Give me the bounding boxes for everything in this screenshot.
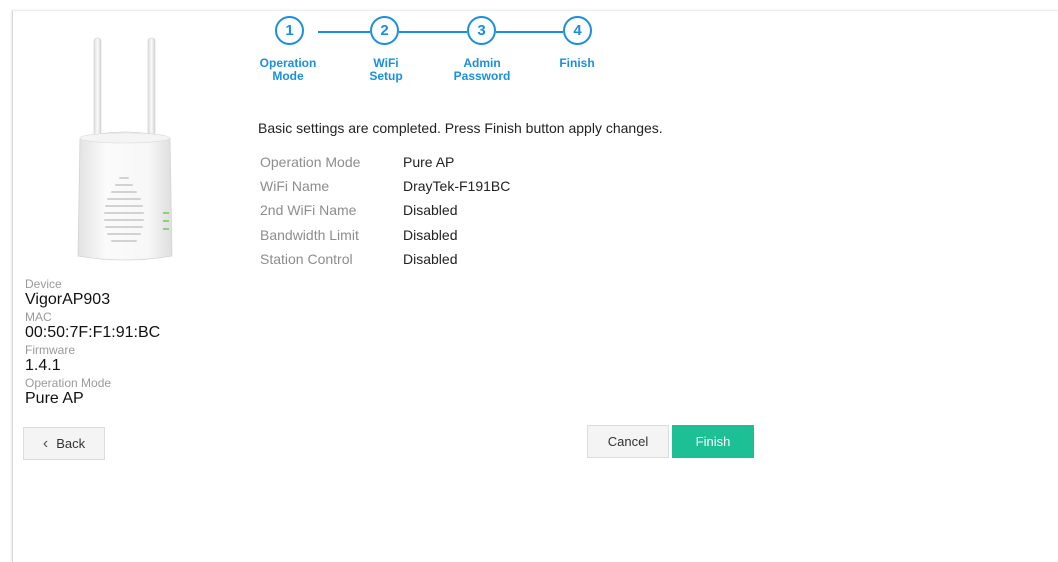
device-info: Device VigorAP903 MAC 00:50:7F:F1:91:BC … <box>25 278 160 410</box>
step-connector <box>496 31 563 33</box>
firmware-label: Firmware <box>25 343 75 357</box>
device-label: Device <box>25 277 62 291</box>
finish-button[interactable]: Finish <box>672 425 754 458</box>
device-value: VigorAP903 <box>25 291 111 308</box>
firmware-value: 1.4.1 <box>25 357 61 374</box>
summary-key: Operation Mode <box>260 154 361 170</box>
step-4-circle: 4 <box>563 16 592 45</box>
step-connector <box>318 31 370 33</box>
mac-value: 00:50:7F:F1:91:BC <box>25 324 161 341</box>
step-2-circle: 2 <box>370 16 399 45</box>
finish-button-label: Finish <box>695 434 731 449</box>
access-point-image <box>77 37 173 261</box>
summary-value: DrayTek-F191BC <box>403 178 511 194</box>
summary-value: Disabled <box>403 202 458 218</box>
summary-key: Bandwidth Limit <box>260 227 359 243</box>
back-button[interactable]: ‹ Back <box>23 427 105 460</box>
step-1-circle: 1 <box>275 16 304 45</box>
summary-key: Station Control <box>260 251 353 267</box>
back-button-label: Back <box>56 436 86 451</box>
summary-value: Disabled <box>403 227 458 243</box>
cancel-button[interactable]: Cancel <box>587 425 669 458</box>
operation-mode-value: Pure AP <box>25 390 84 407</box>
summary-key: WiFi Name <box>260 178 330 194</box>
step-4-label: Finish <box>559 56 595 70</box>
step-1-label: Operation Mode <box>259 56 317 83</box>
summary-key: 2nd WiFi Name <box>260 202 357 218</box>
summary-value: Disabled <box>403 251 458 267</box>
chevron-left-icon: ‹ <box>42 434 49 452</box>
step-connector <box>399 31 467 33</box>
mac-label: MAC <box>25 310 52 324</box>
operation-mode-label: Operation Mode <box>25 376 112 390</box>
summary-value: Pure AP <box>403 154 455 170</box>
cancel-button-label: Cancel <box>607 434 649 449</box>
summary-message: Basic settings are completed. Press Fini… <box>258 120 663 136</box>
step-2-label: WiFi Setup <box>369 56 403 83</box>
step-3-circle: 3 <box>467 16 496 45</box>
step-3-label: Admin Password <box>453 56 511 83</box>
